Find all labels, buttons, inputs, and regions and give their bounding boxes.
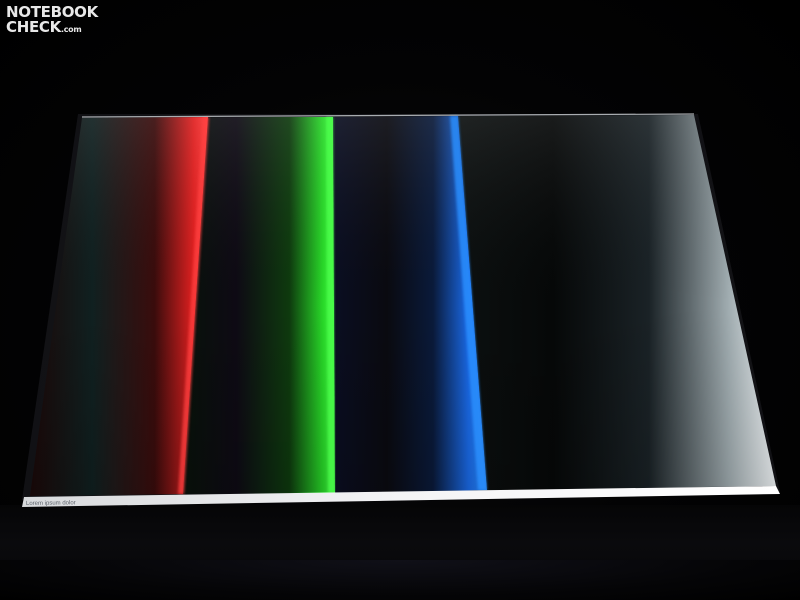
photo-scene: Lorem ipsum dolor NOTEBOOK CHECK.com xyxy=(0,0,800,600)
logo-line2: CHECK.com xyxy=(6,20,116,37)
logo-domain: .com xyxy=(60,25,82,34)
taskbar-text: Lorem ipsum dolor xyxy=(26,500,76,507)
notebookcheck-logo: NOTEBOOK CHECK.com xyxy=(6,5,116,39)
logo-check: CHECK xyxy=(6,18,61,36)
laptop-screen: Lorem ipsum dolor xyxy=(22,113,780,507)
screen-tint xyxy=(30,115,776,496)
